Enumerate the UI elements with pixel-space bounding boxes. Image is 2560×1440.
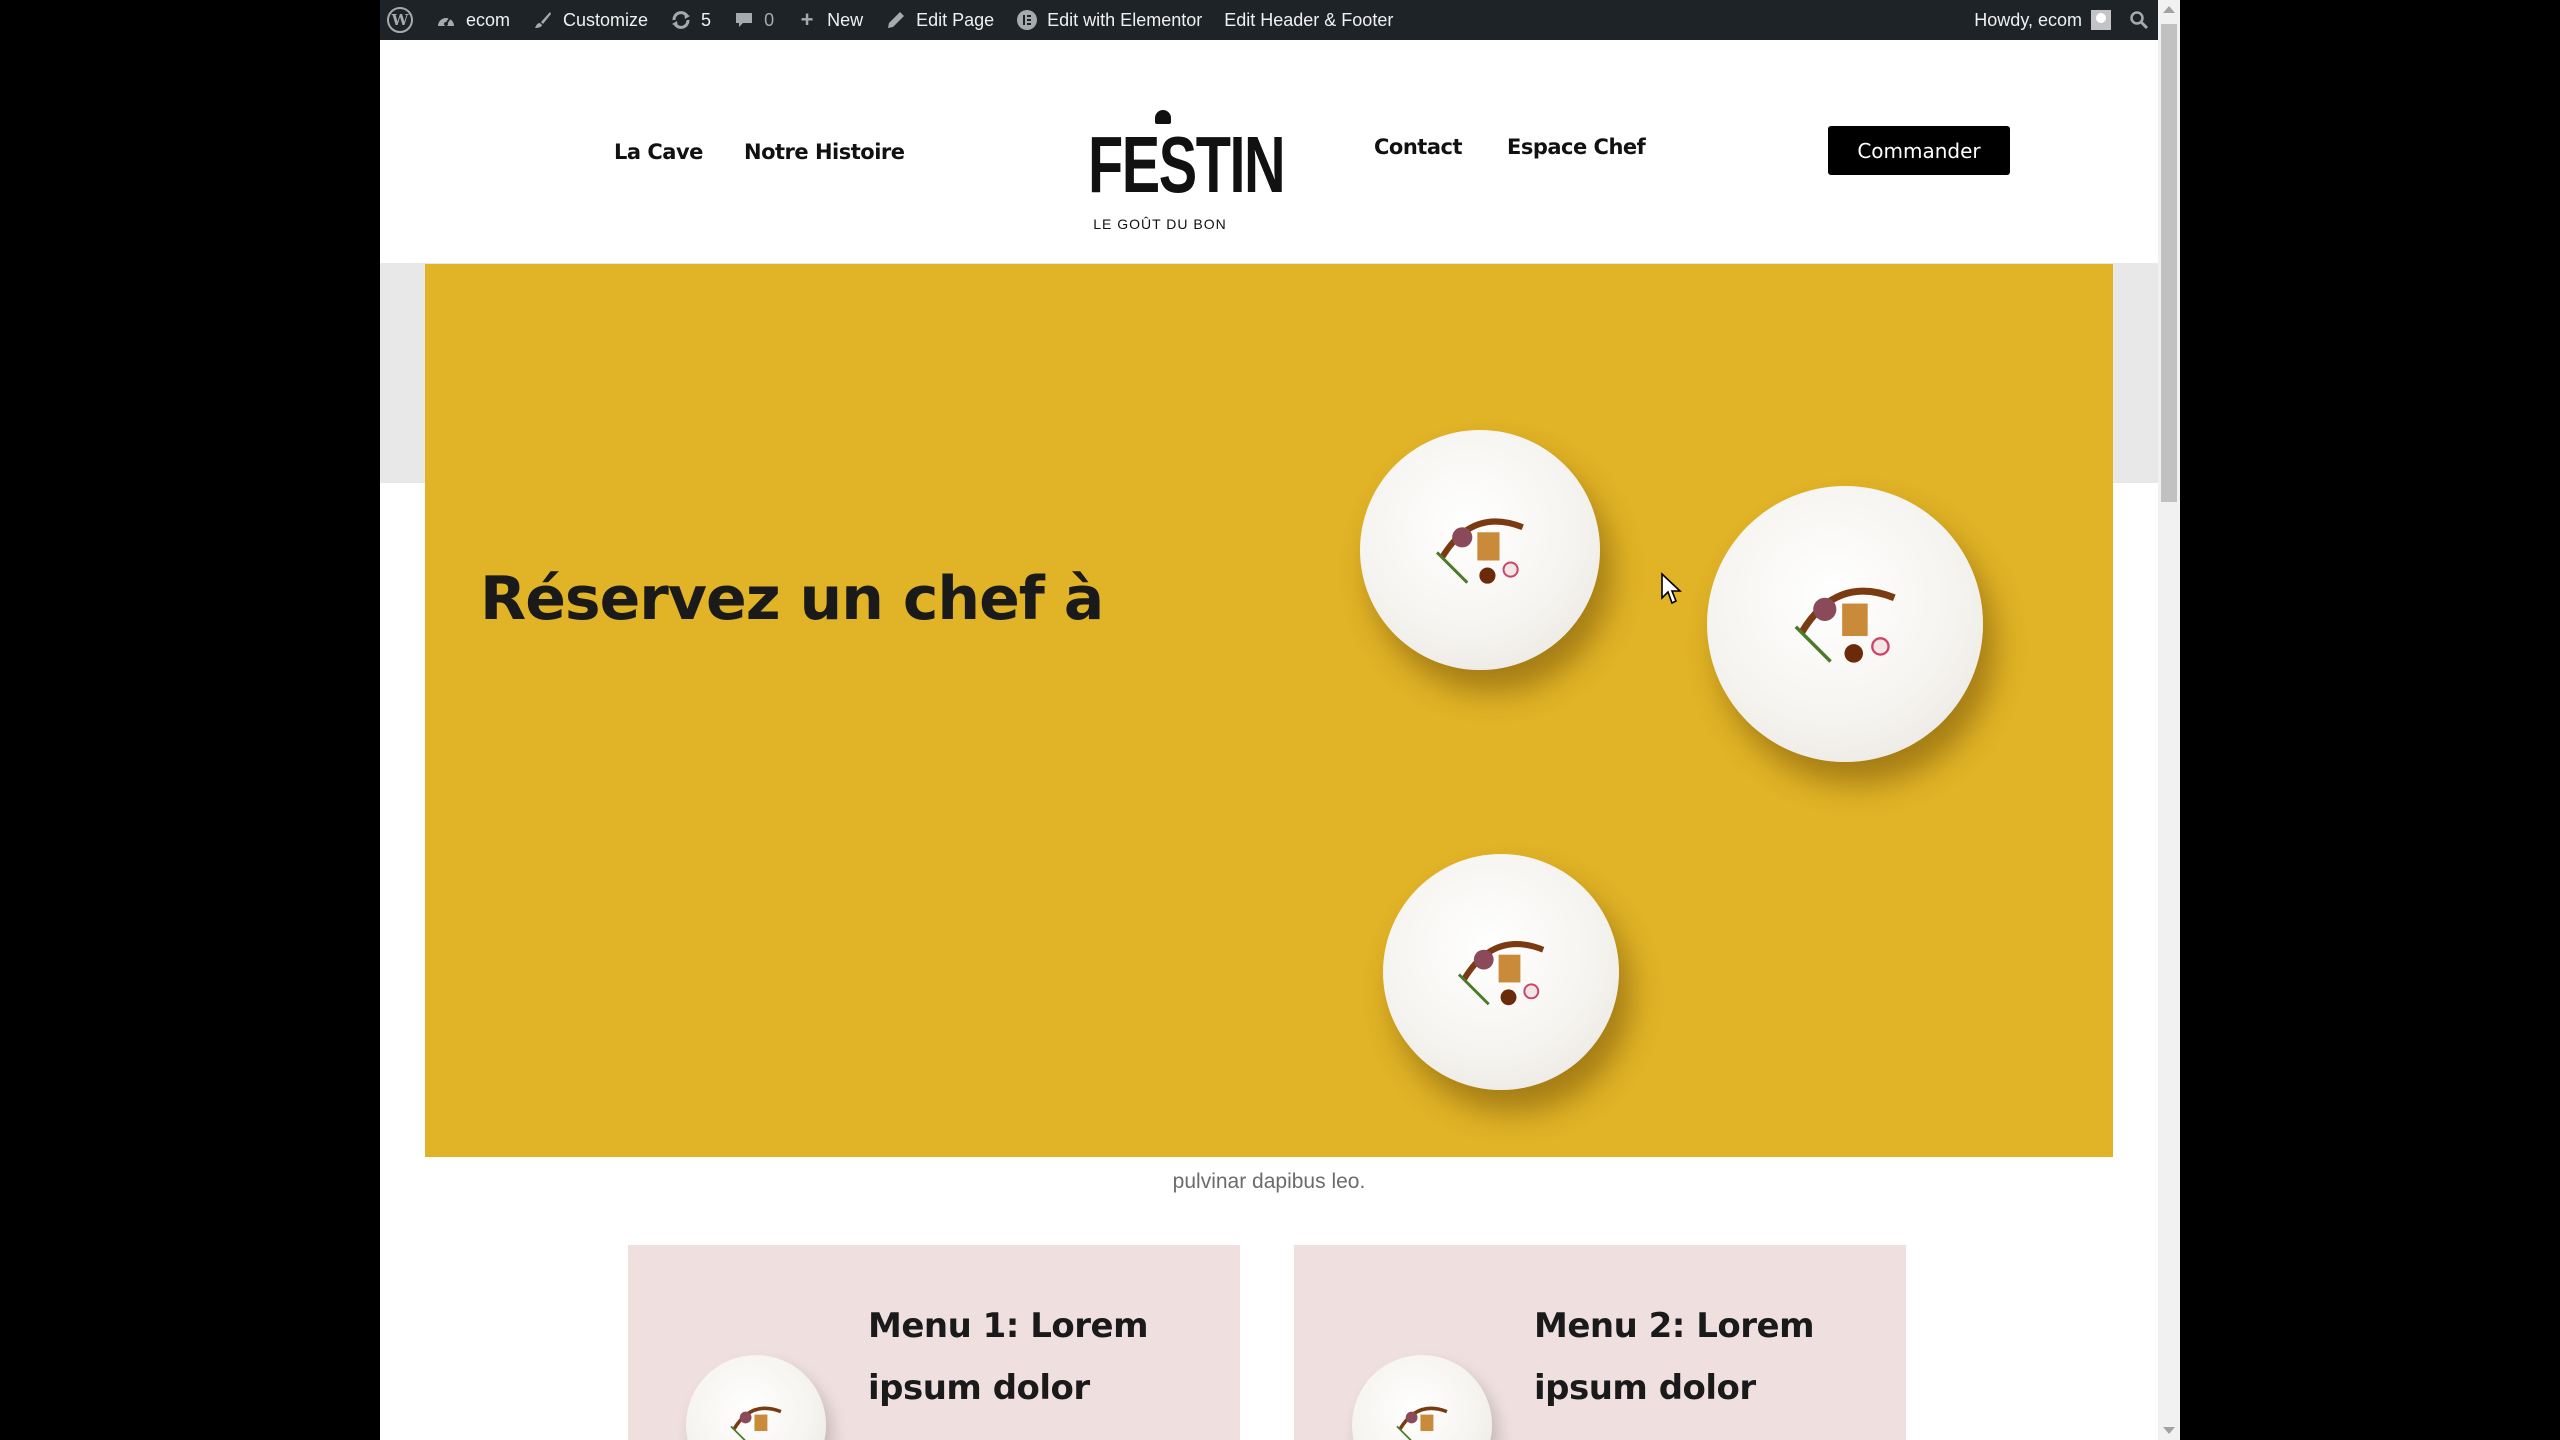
menu-card-title: Menu 2: Lorem ipsum dolor (1534, 1306, 1815, 1408)
comments-link[interactable]: 0 (722, 0, 785, 40)
new-content-link[interactable]: + New (785, 0, 874, 40)
logo-tagline: LE GOÛT DU BON (1093, 216, 1227, 232)
scroll-up-arrow-icon[interactable] (2163, 6, 2175, 13)
menu-card[interactable]: Menu 2: Lorem ipsum dolor (1294, 1245, 1906, 1440)
site-name-menu[interactable]: ecom (424, 0, 521, 40)
site-header: La Cave Notre Histoire FESTIN LE GOÛT DU… (380, 40, 2158, 263)
search-icon (2128, 9, 2150, 31)
hero-title: Réservez un chef à (480, 564, 1104, 634)
nav-la-cave[interactable]: La Cave (614, 140, 703, 164)
page-scrollbar[interactable] (2158, 0, 2180, 1440)
menu-card[interactable]: Menu 1: Lorem ipsum dolor (628, 1245, 1240, 1440)
nav-espace-chef[interactable]: Espace Chef (1507, 135, 1646, 159)
brush-icon (532, 9, 554, 31)
customize-link[interactable]: Customize (521, 0, 659, 40)
updates-link[interactable]: 5 (659, 0, 722, 40)
scrollbar-thumb[interactable] (2161, 24, 2177, 502)
edit-page-link[interactable]: Edit Page (874, 0, 1005, 40)
edit-elementor-label: Edit with Elementor (1047, 9, 1203, 30)
dashboard-icon (435, 9, 457, 31)
elementor-icon (1016, 9, 1038, 31)
edit-header-footer-link[interactable]: Edit Header & Footer (1213, 0, 1404, 40)
howdy-label: Howdy, ecom (1974, 9, 2082, 30)
edit-header-footer-label: Edit Header & Footer (1224, 9, 1394, 30)
scroll-down-arrow-icon[interactable] (2163, 1427, 2175, 1434)
avatar (2091, 10, 2111, 30)
commander-button[interactable]: Commander (1828, 126, 2010, 175)
nav-contact[interactable]: Contact (1374, 135, 1463, 159)
edit-page-label: Edit Page (916, 9, 995, 30)
wp-admin-bar: W ecom Customize 5 0 + New Edit Page Edi… (380, 0, 2180, 40)
edit-elementor-link[interactable]: Edit with Elementor (1005, 0, 1213, 40)
plus-icon: + (800, 7, 814, 32)
customize-label: Customize (563, 9, 649, 30)
logo-text: FESTIN (1088, 120, 1286, 209)
refresh-icon (670, 9, 692, 31)
new-label: New (827, 9, 864, 30)
mouse-cursor-icon (1661, 572, 1682, 605)
wp-logo-menu[interactable]: W (380, 0, 424, 40)
plated-dish-image (1360, 430, 1600, 670)
nav-notre-histoire[interactable]: Notre Histoire (744, 140, 905, 164)
comment-icon (733, 9, 755, 31)
plated-dish-image (1383, 854, 1619, 1090)
my-account-menu[interactable]: Howdy, ecom (1963, 0, 2117, 40)
plated-dish-image (1707, 486, 1983, 762)
wordpress-logo-icon: W (387, 7, 413, 33)
updates-count: 5 (701, 9, 712, 30)
site-name-label: ecom (466, 9, 511, 30)
browser-viewport: W ecom Customize 5 0 + New Edit Page Edi… (380, 0, 2180, 1440)
pencil-icon (885, 9, 907, 31)
comments-count: 0 (764, 9, 775, 30)
menu-dish-image (1352, 1355, 1492, 1440)
menu-dish-image (686, 1355, 826, 1440)
hero-caption: pulvinar dapibus leo. (1172, 1170, 1366, 1193)
hero-section: Réservez un chef à (425, 264, 2113, 1157)
menu-card-title: Menu 1: Lorem ipsum dolor (868, 1306, 1149, 1408)
